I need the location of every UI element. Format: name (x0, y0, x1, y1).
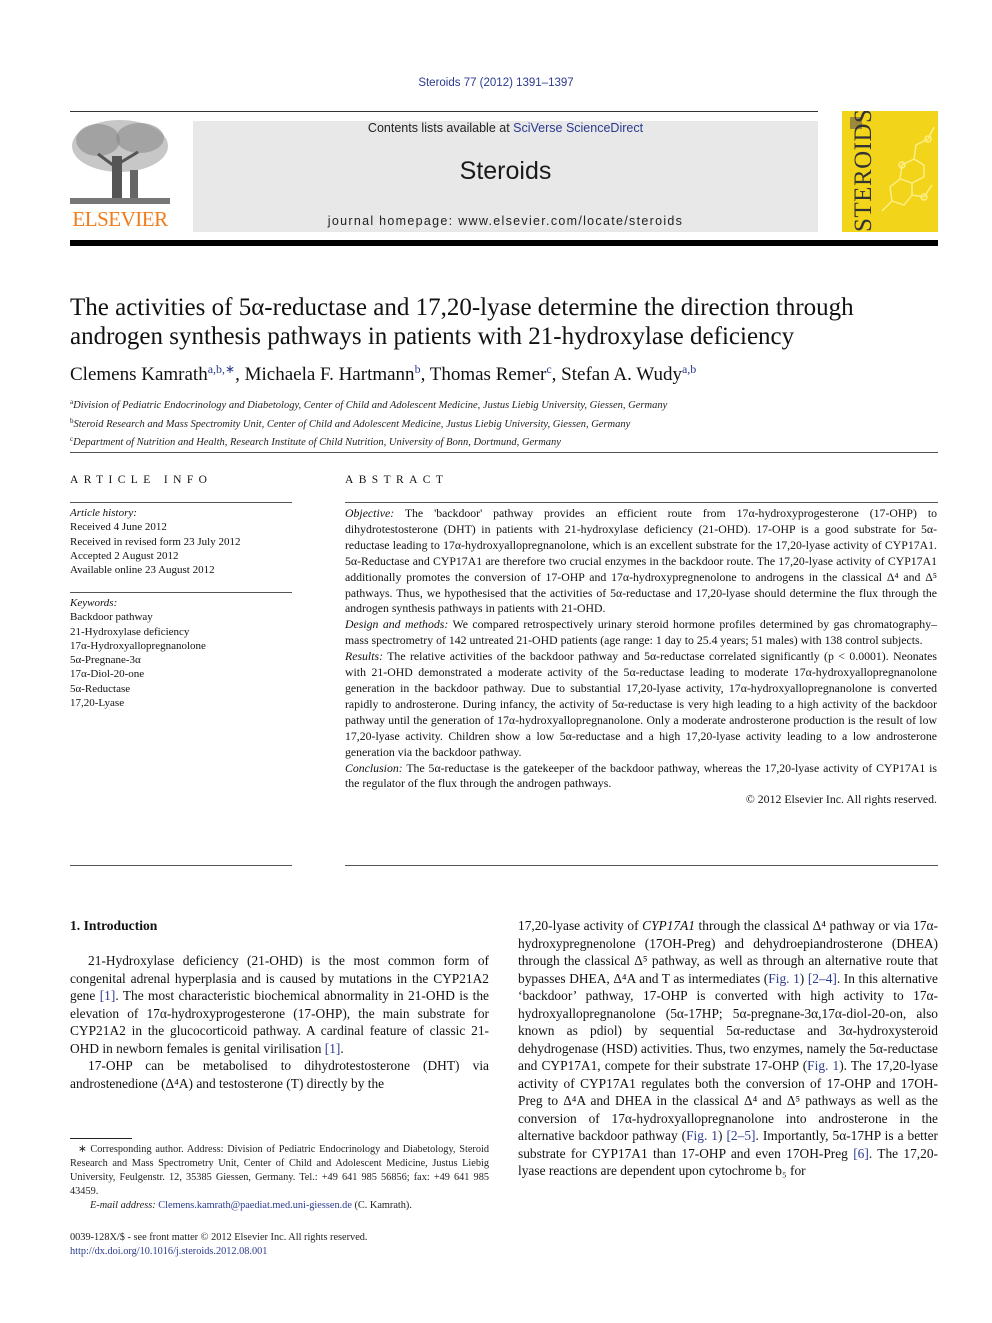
journal-citation[interactable]: Steroids 77 (2012) 1391–1397 (0, 77, 992, 89)
keyword: 5α-Reductase (70, 682, 131, 695)
figure-link[interactable]: Fig. 1 (768, 971, 800, 986)
affiliation: aDivision of Pediatric Endocrinology and… (70, 398, 668, 411)
body-paragraph: 17,20-lyase activity of CYP17A1 through … (518, 918, 938, 1178)
reference-link[interactable]: [1] (100, 988, 116, 1003)
keyword: 17α-Hydroxyallopregnanolone (70, 639, 206, 652)
keyword: 17α-Diol-20-one (70, 668, 145, 681)
keyword: Backdoor pathway (70, 611, 153, 624)
page-footer: 0039-128X/$ - see front matter © 2012 El… (70, 1231, 368, 1259)
footnote-rule (70, 1138, 132, 1139)
sciencedirect-link[interactable]: SciVerse ScienceDirect (513, 121, 643, 135)
corresponding-footnote: ∗ Corresponding author. Address: Divisio… (70, 1144, 489, 1211)
copyright: © 2012 Elsevier Inc. All rights reserved… (745, 792, 937, 807)
abstract-section-label: Conclusion: (345, 760, 403, 775)
keyword: 5α-Pregnane-3α (70, 654, 141, 667)
history-entry: Received 4 June 2012 (70, 521, 167, 534)
author-affil-marks[interactable]: a,b (682, 362, 696, 376)
body-paragraph: 21-Hydroxylase deficiency (21-OHD) is th… (70, 953, 489, 1056)
abstract-section-label: Design and methods: (345, 617, 449, 632)
elsevier-wordmark: ELSEVIER (72, 207, 168, 231)
abstract-section: Results: The relative activities of the … (345, 649, 937, 759)
article-history-label: Article history: (70, 507, 137, 519)
affiliation: cDepartment of Nutrition and Health, Res… (70, 435, 561, 448)
author[interactable]: Stefan A. Wudya,b (561, 362, 696, 385)
abstract-section: Objective: The 'backdoor' pathway provid… (345, 506, 937, 616)
reference-link[interactable]: [2–4] (808, 971, 837, 986)
figure-link[interactable]: Fig. 1 (807, 1058, 839, 1073)
abstract-bottom-rule (345, 865, 938, 866)
journal-homepage[interactable]: journal homepage: www.elsevier.com/locat… (193, 214, 818, 228)
header-rule (70, 111, 818, 112)
abstract-section: Design and methods: We compared retrospe… (345, 617, 937, 648)
abstract-section-label: Results: (345, 649, 384, 664)
abstract-rule (345, 502, 938, 503)
abstract-heading: ABSTRACT (345, 474, 449, 486)
section-heading-introduction: 1. Introduction (70, 918, 158, 933)
abstract-body: Objective: The 'backdoor' pathway provid… (345, 506, 937, 808)
journal-cover[interactable]: STEROIDS (842, 111, 938, 232)
intro-left-column: 21-Hydroxylase deficiency (21-OHD) is th… (70, 952, 489, 1092)
author[interactable]: Thomas Remerc (430, 362, 552, 385)
reference-link[interactable]: [1] (325, 1041, 341, 1056)
cover-title: STEROIDS (850, 111, 877, 232)
article-info-heading: ARTICLE INFO (70, 474, 213, 486)
article-info-rule (70, 502, 292, 503)
molecule-icon (881, 126, 935, 212)
email-link[interactable]: Clemens.kamrath@paediat.med.uni-giessen.… (158, 1200, 352, 1211)
history-entry: Available online 23 August 2012 (70, 564, 215, 577)
author[interactable]: Michaela F. Hartmannb (245, 362, 421, 385)
elsevier-logo[interactable]: ELSEVIER (68, 118, 172, 232)
tree-icon (68, 118, 172, 206)
author[interactable]: Clemens Kamratha,b,∗ (70, 362, 235, 385)
keyword: 21-Hydroxylase deficiency (70, 625, 190, 638)
section-divider (70, 452, 938, 453)
article-title: The activities of 5α-reductase and 17,20… (70, 294, 854, 350)
contents-available: Contents lists available at SciVerse Sci… (367, 121, 644, 135)
header-thick-rule (70, 240, 938, 246)
reference-link[interactable]: [2–5] (726, 1128, 755, 1143)
keywords-rule (70, 592, 292, 593)
reference-link[interactable]: [6] (853, 1146, 869, 1161)
affiliations: aDivision of Pediatric Endocrinology and… (70, 395, 667, 451)
author-affil-marks[interactable]: a,b,∗ (208, 362, 235, 376)
intro-right-column: 17,20-lyase activity of CYP17A1 through … (518, 917, 938, 1180)
journal-title: Steroids (459, 157, 552, 185)
history-entry: Accepted 2 August 2012 (70, 549, 179, 562)
affiliation: bSteroid Research and Mass Spectromity U… (70, 416, 631, 430)
body-paragraph: 17-OHP can be metabolised to dihydrotest… (70, 1058, 489, 1091)
issn-line: 0039-128X/$ - see front matter © 2012 El… (70, 1232, 368, 1243)
journal-banner: Contents lists available at SciVerse Sci… (193, 121, 818, 232)
abstract-section-label: Objective: (345, 506, 395, 520)
keywords-label: Keywords: (70, 597, 118, 609)
history-entry: Received in revised form 23 July 2012 (70, 535, 241, 548)
article-info-bottom-rule (70, 865, 292, 866)
keyword: 17,20-Lyase (70, 697, 125, 710)
doi-link[interactable]: http://dx.doi.org/10.1016/j.steroids.201… (70, 1245, 368, 1259)
figure-link[interactable]: Fig. 1 (686, 1128, 718, 1143)
abstract-section: Conclusion: The 5α-reductase is the gate… (345, 760, 937, 791)
author-list: Clemens Kamratha,b,∗, Michaela F. Hartma… (70, 362, 697, 385)
keywords: Keywords: Backdoor pathway 21-Hydroxylase… (70, 596, 292, 710)
article-history: Article history: Received 4 June 2012 Rec… (70, 506, 292, 577)
